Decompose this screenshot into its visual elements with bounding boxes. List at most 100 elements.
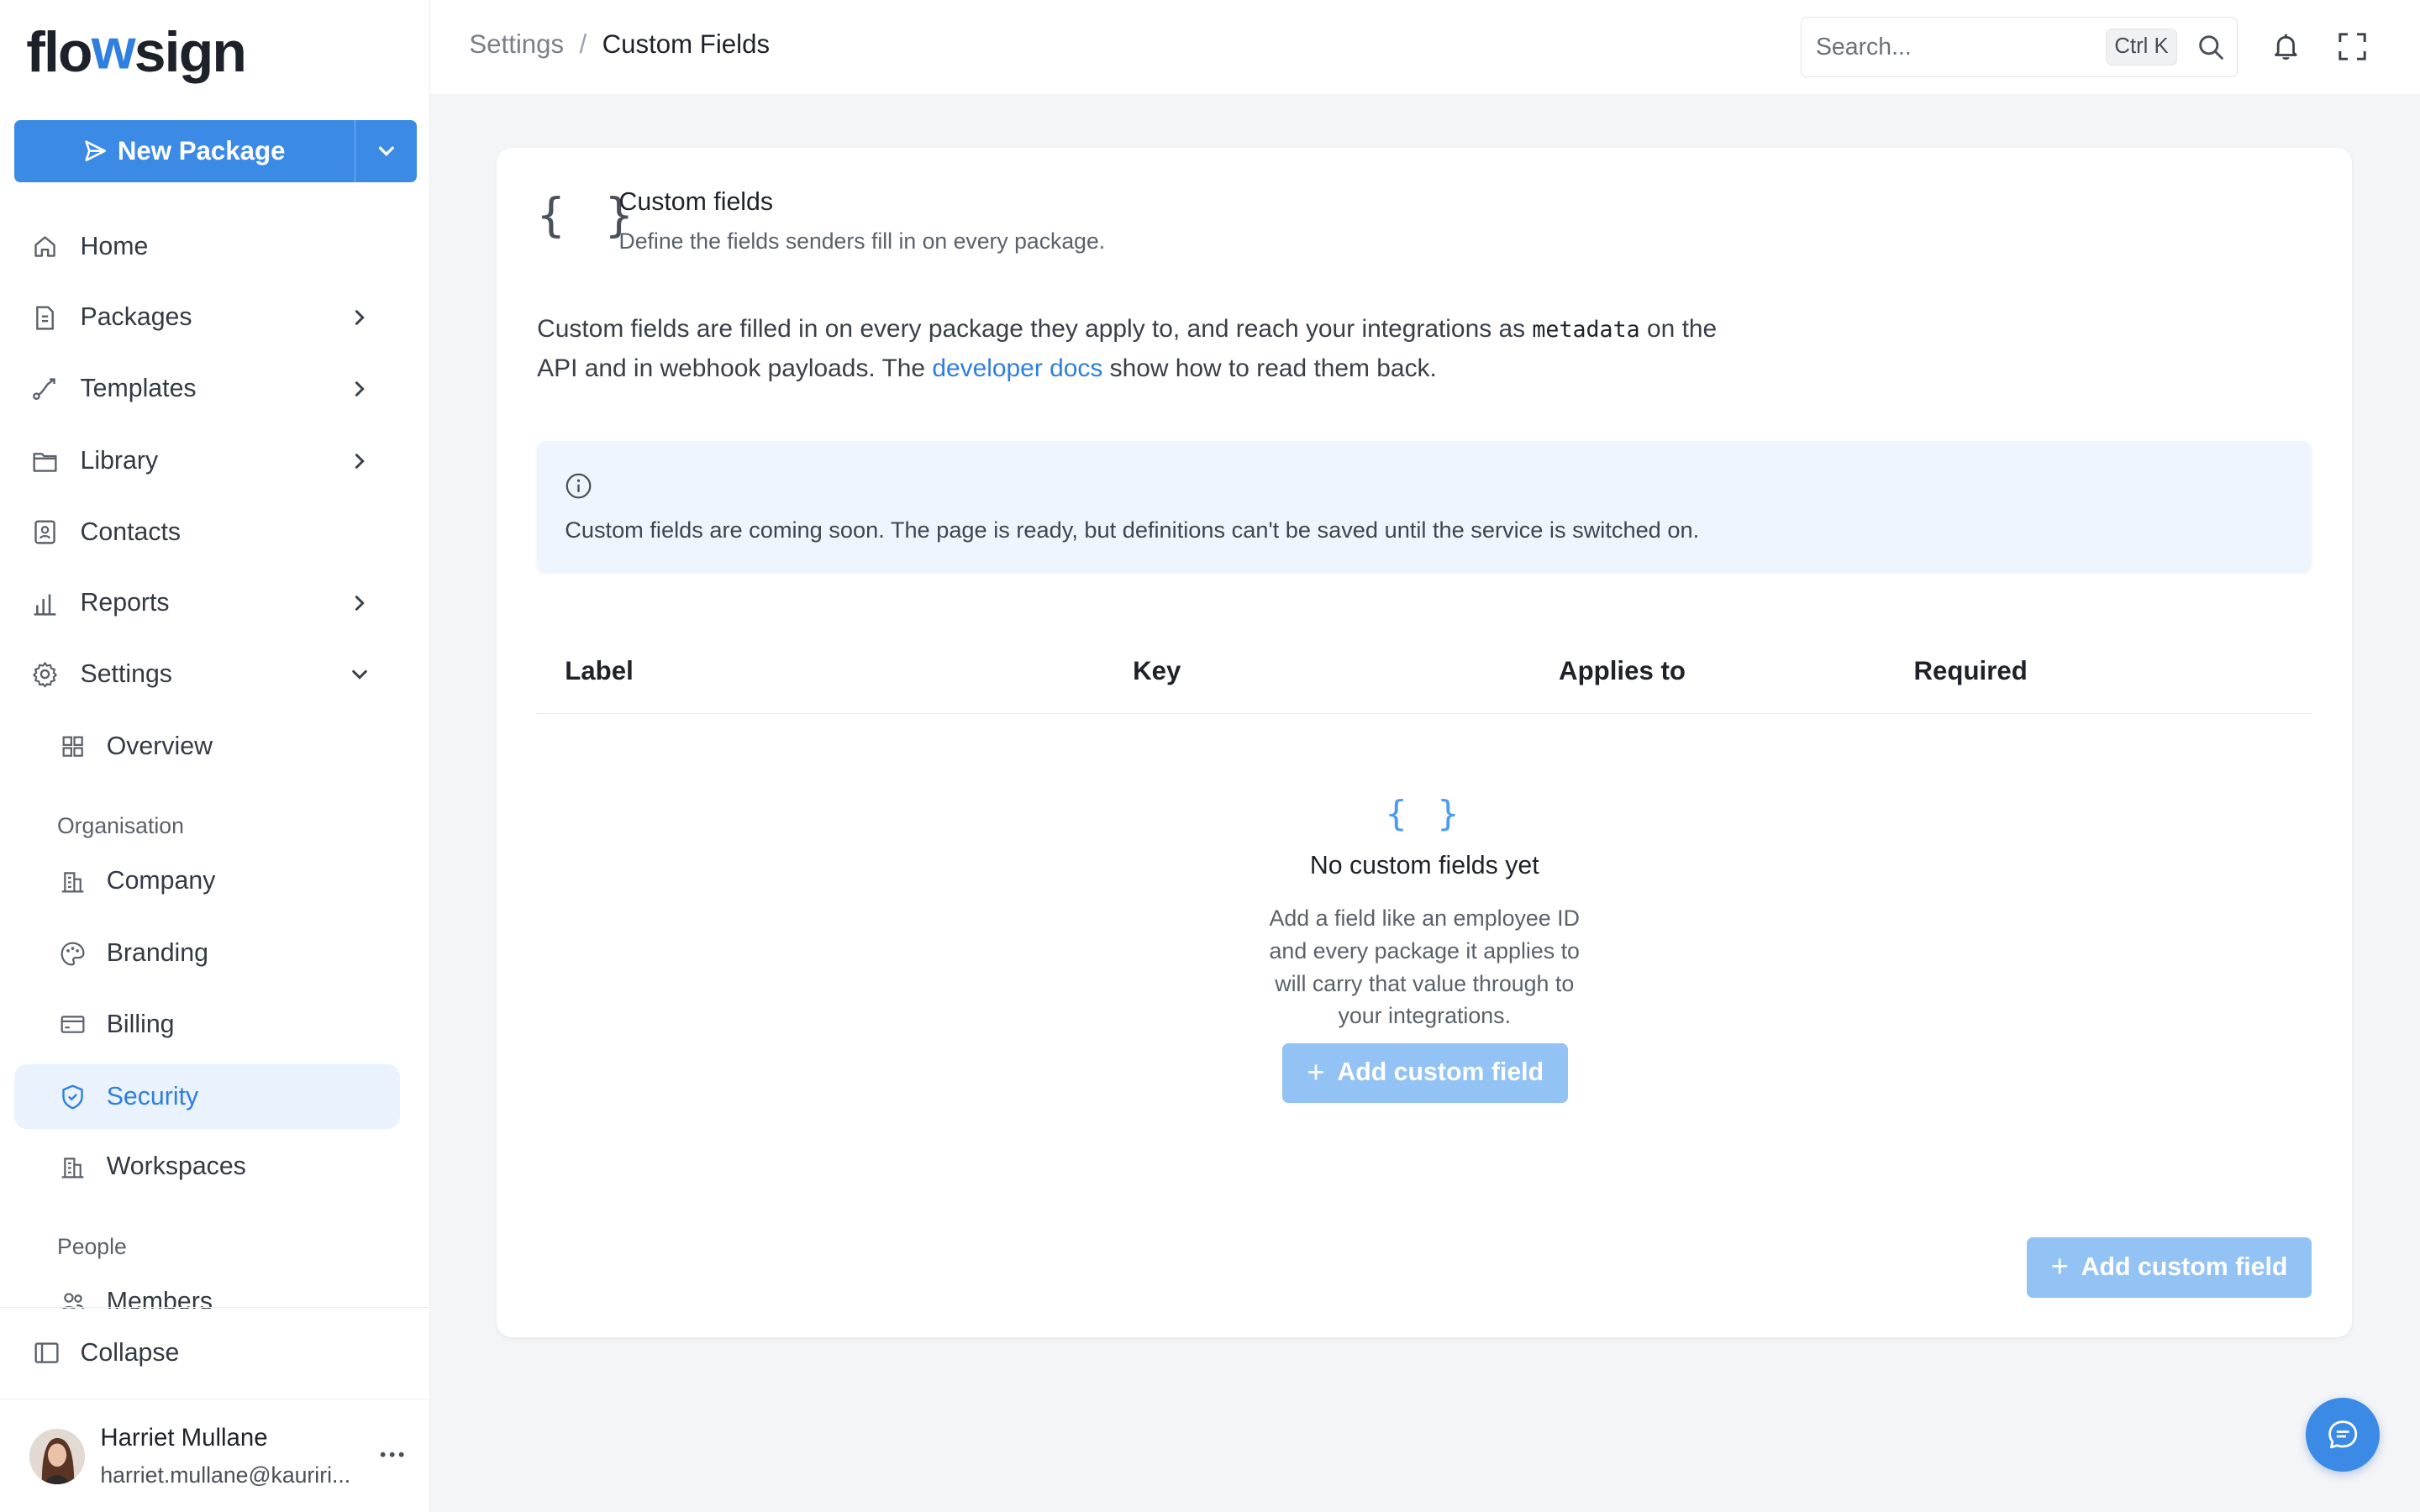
breadcrumb: Settings / Custom Fields [469,29,770,60]
custom-fields-card: { } Custom fields Define the fields send… [497,148,2353,1338]
sidebar-nav: Home Packages Templates Library Contacts [13,213,403,1309]
sidebar-item-label: Contacts [80,517,182,546]
palette-icon [57,938,88,969]
sidebar-item-contacts[interactable]: Contacts [14,500,400,564]
chevron-right-icon [347,591,371,615]
sidebar-item-label: Company [106,866,216,895]
sidebar-item-security[interactable]: Security [13,1064,400,1130]
plus-icon: + [2050,1249,2069,1284]
sidebar-item-label: Workspaces [106,1152,246,1180]
sidebar-item-company[interactable]: Company [14,848,400,913]
search-icon[interactable] [2197,34,2225,61]
desc-text-3: show how to read them back. [1102,354,1437,383]
sidebar-item-label: Home [80,232,149,260]
breadcrumb-settings-link[interactable]: Settings [469,29,564,60]
sidebar-item-label: Settings [80,659,172,688]
sidebar-item-label: Packages [80,303,192,332]
sidebar-item-packages[interactable]: Packages [14,286,400,350]
sidebar-item-overview[interactable]: Overview [14,714,400,779]
chevron-right-icon [347,449,371,473]
more-options-icon[interactable] [375,1444,408,1466]
grid-icon [57,732,88,763]
add-custom-field-button-empty[interactable]: + Add custom field [1282,1042,1569,1104]
collapse-label: Collapse [80,1338,180,1367]
new-package-label: New Package [117,135,286,165]
desc-text-1: Custom fields are filled in on every pac… [537,315,1533,344]
sidebar-item-library[interactable]: Library [14,429,400,494]
home-icon [29,231,60,262]
sidebar-item-templates[interactable]: Templates [14,356,400,421]
logo-text-right: sign [134,19,247,84]
column-header-label[interactable]: Label [565,656,634,686]
collapse-sidebar-button[interactable]: Collapse [0,1306,431,1399]
sidebar-item-branding[interactable]: Branding [14,921,400,985]
credit-card-icon [57,1009,88,1040]
new-package-button[interactable]: New Package [14,120,355,181]
building-icon [57,1151,88,1182]
sidebar-item-label: Security [106,1082,199,1110]
add-custom-field-label: Add custom field [2081,1252,2288,1281]
table-header: Label Key Applies to Required [537,629,2312,715]
building-icon [57,865,88,896]
chevron-right-icon [347,376,371,401]
user-name: Harriet Mullane [100,1424,268,1452]
sidebar-item-members[interactable]: Members [14,1270,400,1309]
chevron-right-icon [347,306,371,330]
search-shortcut-badge: Ctrl K [2106,29,2177,66]
column-header-key[interactable]: Key [1133,656,1181,686]
sidebar-group-people: People [56,1234,127,1260]
search-input[interactable] [1815,31,2094,63]
add-custom-field-button[interactable]: + Add custom field [2026,1237,2312,1298]
chat-support-button[interactable] [2306,1398,2381,1473]
plus-icon: + [1307,1055,1325,1090]
avatar [29,1428,85,1484]
sidebar-item-label: Templates [80,374,197,402]
developer-docs-link[interactable]: developer docs [932,354,1102,382]
gear-icon [29,659,60,690]
user-email: harriet.mullane@kauriri... [100,1462,351,1488]
chevron-down-icon [378,146,394,156]
sidebar-panel-icon [31,1337,62,1368]
column-header-applies-to[interactable]: Applies to [1559,656,1686,686]
card-subtitle: Define the fields senders fill in on eve… [618,228,1106,254]
sidebar-item-billing[interactable]: Billing [14,992,400,1057]
sidebar-item-label: Members [106,1288,213,1309]
chevron-down-icon [347,662,371,686]
send-icon [85,140,107,162]
breadcrumb-separator: / [579,29,587,59]
user-profile[interactable]: Harriet Mullane harriet.mullane@kauriri.… [0,1401,430,1512]
sidebar-item-reports[interactable]: Reports [14,571,400,636]
logo-text-left: flo [26,19,92,84]
page-title: Custom Fields [602,29,771,59]
sidebar-item-settings[interactable]: Settings [14,642,400,706]
add-custom-field-label: Add custom field [1337,1058,1544,1087]
app-root: flowsign New Package Home Packages Templ… [0,0,2420,1512]
metadata-code: metadata [1532,317,1640,344]
sidebar-item-label: Billing [106,1010,175,1038]
fullscreen-icon[interactable] [2338,32,2366,60]
info-icon [566,473,592,499]
folder-icon [29,446,60,477]
bell-icon[interactable] [2270,31,2302,62]
sidebar-item-label: Reports [80,589,170,617]
chat-bubble-icon [2328,1420,2358,1449]
sidebar-item-workspaces[interactable]: Workspaces [14,1134,400,1199]
sidebar-item-label: Branding [106,939,208,968]
workflow-icon [29,373,60,404]
sidebar-item-label: Library [80,447,159,475]
search-box: Ctrl K [1801,17,2238,77]
coming-soon-notice: Custom fields are coming soon. The page … [537,441,2312,573]
empty-state-text: Add a field like an employee ID and ever… [1269,906,1580,1029]
sidebar-item-label: Overview [106,732,213,760]
bar-chart-icon [29,588,60,619]
new-package-dropdown-button[interactable] [355,120,416,182]
sidebar: flowsign New Package Home Packages Templ… [0,0,431,1512]
new-package-split-button: New Package [13,120,417,182]
empty-state-title: No custom fields yet [1309,851,1539,879]
users-icon [57,1287,88,1309]
card-description: Custom fields are filled in on every pac… [537,310,1741,388]
column-header-required[interactable]: Required [1913,656,2027,686]
flowsign-logo[interactable]: flowsign [26,18,247,84]
sidebar-item-home[interactable]: Home [14,214,400,279]
shield-check-icon [57,1082,88,1113]
